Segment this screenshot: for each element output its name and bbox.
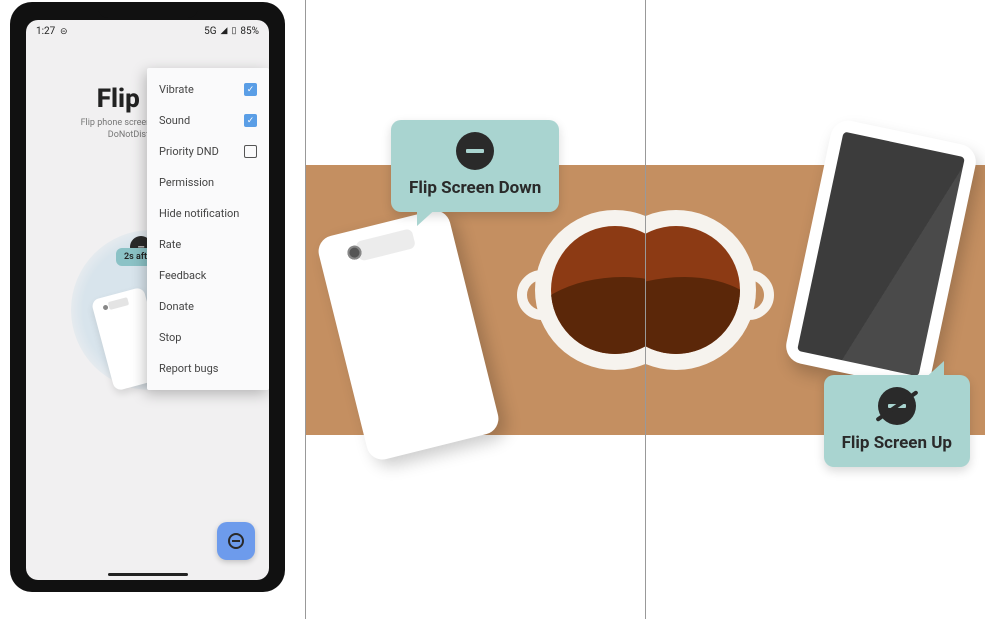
menu-item-vibrate[interactable]: Vibrate ✓	[147, 74, 269, 105]
promo-flip-down-panel: Flip Screen Down	[306, 0, 645, 619]
menu-item-rate[interactable]: Rate	[147, 229, 269, 260]
menu-item-report-bugs[interactable]: Report bugs	[147, 353, 269, 384]
menu-label: Priority DND	[159, 145, 219, 158]
menu-item-feedback[interactable]: Feedback	[147, 260, 269, 291]
camera-bar	[355, 228, 416, 261]
checkbox-icon[interactable]	[244, 145, 257, 158]
menu-item-hide-notification[interactable]: Hide notification	[147, 198, 269, 229]
speech-bubble-up: Flip Screen Up	[824, 375, 970, 467]
menu-label: Rate	[159, 238, 181, 251]
menu-label: Permission	[159, 176, 214, 189]
phone-frame: 1:27 ⊝ 5G ◢ ▯ 85% Flip DND Flip phone sc…	[10, 2, 285, 592]
battery-percent: 85%	[240, 26, 259, 37]
fab-toggle-dnd[interactable]	[217, 522, 255, 560]
coffee-liquid	[646, 226, 740, 354]
coffee-liquid	[551, 226, 645, 354]
signal-icon: ◢	[221, 26, 228, 36]
speech-bubble-down: Flip Screen Down	[391, 120, 559, 212]
status-bar: 1:27 ⊝ 5G ◢ ▯ 85%	[26, 20, 269, 42]
bubble-text: Flip Screen Up	[842, 433, 952, 453]
menu-label: Hide notification	[159, 207, 239, 220]
menu-label: Stop	[159, 331, 181, 344]
menu-item-permission[interactable]: Permission	[147, 167, 269, 198]
network-label: 5G	[204, 26, 216, 37]
menu-label: Sound	[159, 114, 190, 127]
battery-icon: ▯	[231, 26, 236, 36]
android-nav-bar[interactable]	[108, 573, 188, 576]
menu-item-sound[interactable]: Sound ✓	[147, 105, 269, 136]
menu-label: Report bugs	[159, 362, 218, 375]
bubble-text: Flip Screen Down	[409, 178, 541, 198]
dnd-off-icon	[878, 387, 916, 425]
promo-flip-up-panel: Flip Screen Up	[646, 0, 985, 619]
clock-text: 1:27	[36, 26, 55, 37]
menu-label: Feedback	[159, 269, 206, 282]
phone-notch	[98, 2, 198, 18]
dnd-on-icon	[456, 132, 494, 170]
checkbox-icon[interactable]: ✓	[244, 83, 257, 96]
menu-label: Donate	[159, 300, 194, 313]
overflow-menu: Vibrate ✓ Sound ✓ Priority DND Permissio…	[147, 68, 269, 390]
menu-item-donate[interactable]: Donate	[147, 291, 269, 322]
checkbox-icon[interactable]: ✓	[244, 114, 257, 127]
phone-mockup-panel: 1:27 ⊝ 5G ◢ ▯ 85% Flip DND Flip phone sc…	[0, 0, 305, 619]
menu-item-stop[interactable]: Stop	[147, 322, 269, 353]
dnd-status-icon: ⊝	[58, 27, 68, 37]
phone-screen: 1:27 ⊝ 5G ◢ ▯ 85% Flip DND Flip phone sc…	[26, 20, 269, 580]
slash-icon	[875, 390, 918, 422]
menu-item-priority-dnd[interactable]: Priority DND	[147, 136, 269, 167]
dnd-circle-icon	[228, 533, 244, 549]
menu-label: Vibrate	[159, 83, 194, 96]
